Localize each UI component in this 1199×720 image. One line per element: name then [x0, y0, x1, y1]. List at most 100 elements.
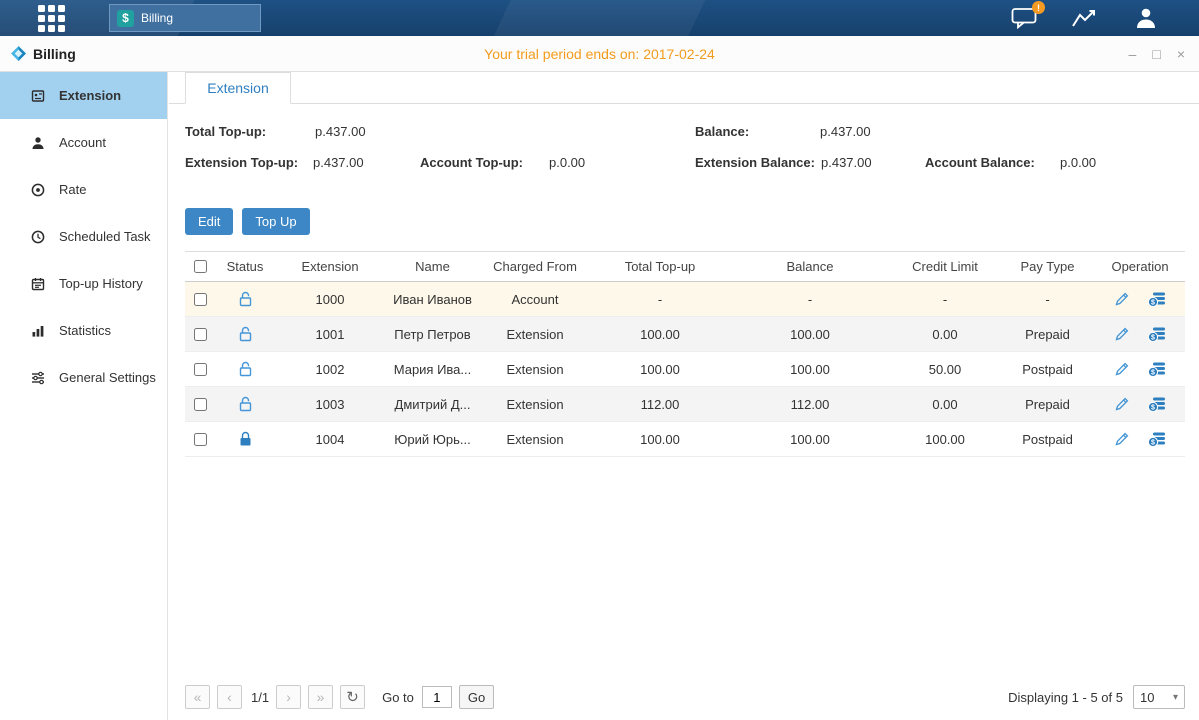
page-indicator: 1/1 — [251, 690, 269, 705]
table-row[interactable]: 1001 Петр Петров Extension 100.00 100.00… — [185, 317, 1185, 352]
sidebar-item-topup-history[interactable]: Top-up History — [0, 260, 167, 307]
account-topup-value: p.0.00 — [549, 155, 585, 170]
edit-row-icon[interactable] — [1114, 396, 1130, 412]
calendar-icon — [30, 276, 46, 292]
last-page-button[interactable]: » — [308, 685, 333, 709]
extension-topup-label: Extension Top-up: — [185, 155, 298, 170]
sidebar-item-extension[interactable]: Extension — [0, 72, 167, 119]
account-icon — [30, 135, 46, 151]
main-content: Extension Total Top-up: p.437.00 Balance… — [169, 72, 1199, 720]
sidebar-item-account[interactable]: Account — [0, 119, 167, 166]
svg-text:$: $ — [1151, 299, 1155, 306]
row-checkbox[interactable] — [194, 398, 207, 411]
sidebar-item-label: Account — [59, 135, 106, 150]
sidebar-item-general-settings[interactable]: General Settings — [0, 354, 167, 401]
col-pay-type: Pay Type — [1000, 259, 1095, 274]
table-row[interactable]: 1000 Иван Иванов Account - - - - — [185, 282, 1185, 317]
col-credit-limit: Credit Limit — [890, 259, 1000, 274]
edit-row-icon[interactable] — [1114, 431, 1130, 447]
select-all-checkbox[interactable] — [194, 260, 207, 273]
user-account-icon[interactable] — [1133, 6, 1159, 30]
edit-row-icon[interactable] — [1114, 326, 1130, 342]
content-tab-strip: Extension — [169, 72, 1199, 104]
table-row[interactable]: 1003 Дмитрий Д... Extension 112.00 112.0… — [185, 387, 1185, 422]
page-size-select[interactable]: 10 ▾ — [1133, 685, 1185, 709]
window-title: Billing — [10, 45, 76, 62]
row-topup-icon[interactable]: $ — [1148, 396, 1166, 412]
maximize-button[interactable]: □ — [1152, 47, 1160, 61]
minimize-button[interactable]: – — [1129, 47, 1137, 61]
summary-panel: Total Top-up: p.437.00 Balance: p.437.00… — [169, 104, 1199, 204]
row-checkbox[interactable] — [194, 363, 207, 376]
col-charged-from: Charged From — [480, 259, 590, 274]
total-topup-value: p.437.00 — [315, 124, 366, 139]
extension-topup-value: p.437.00 — [313, 155, 364, 170]
tab-extension-label: Extension — [207, 80, 268, 96]
account-balance-value: p.0.00 — [1060, 155, 1096, 170]
billing-app-tab-label: Billing — [141, 11, 173, 25]
account-topup-label: Account Top-up: — [420, 155, 523, 170]
prev-page-button[interactable]: ‹ — [217, 685, 242, 709]
table-row[interactable]: 1004 Юрий Юрь... Extension 100.00 100.00… — [185, 422, 1185, 457]
row-checkbox[interactable] — [194, 433, 207, 446]
edit-button[interactable]: Edit — [185, 208, 233, 235]
sidebar-item-label: Statistics — [59, 323, 111, 338]
pagination-bar: « ‹ 1/1 › » ↻ Go to Go Displaying 1 - 5 … — [185, 684, 1185, 710]
col-status: Status — [215, 259, 275, 274]
goto-page-input[interactable] — [422, 686, 452, 708]
goto-label: Go to — [382, 690, 414, 705]
notification-badge: ! — [1032, 1, 1045, 14]
trial-notice: Your trial period ends on: 2017-02-24 — [0, 46, 1199, 62]
next-page-button[interactable]: › — [276, 685, 301, 709]
svg-text:$: $ — [1151, 369, 1155, 376]
col-extension: Extension — [275, 259, 385, 274]
messages-icon[interactable]: ! — [1011, 7, 1037, 29]
top-up-button[interactable]: Top Up — [242, 208, 309, 235]
total-topup-label: Total Top-up: — [185, 124, 266, 139]
sidebar-item-rate[interactable]: Rate — [0, 166, 167, 213]
table-body: 1000 Иван Иванов Account - - - - — [185, 282, 1185, 457]
row-checkbox[interactable] — [194, 293, 207, 306]
row-topup-icon[interactable]: $ — [1148, 431, 1166, 447]
svg-text:$: $ — [1151, 334, 1155, 341]
row-topup-icon[interactable]: $ — [1148, 291, 1166, 307]
status-lock-icon — [238, 361, 253, 377]
row-topup-icon[interactable]: $ — [1148, 326, 1166, 342]
sidebar-item-label: Rate — [59, 182, 86, 197]
apps-grid-icon[interactable] — [38, 5, 65, 32]
row-topup-icon[interactable]: $ — [1148, 361, 1166, 377]
tab-extension[interactable]: Extension — [185, 72, 291, 104]
close-button[interactable]: × — [1177, 47, 1185, 61]
account-balance-label: Account Balance: — [925, 155, 1035, 170]
svg-text:$: $ — [1151, 439, 1155, 446]
window-title-text: Billing — [33, 46, 76, 62]
billing-app-tab[interactable]: $ Billing — [109, 4, 261, 32]
status-lock-icon — [238, 291, 253, 307]
refresh-icon[interactable]: ↻ — [340, 685, 365, 709]
status-lock-icon — [238, 431, 253, 447]
sidebar-item-scheduled-task[interactable]: Scheduled Task — [0, 213, 167, 260]
edit-row-icon[interactable] — [1114, 361, 1130, 377]
col-operation: Operation — [1095, 259, 1185, 274]
extension-table: Status Extension Name Charged From Total… — [185, 251, 1185, 457]
top-bar: $ Billing ! — [0, 0, 1199, 36]
balance-label: Balance: — [695, 124, 749, 139]
statistics-chart-icon[interactable] — [1071, 7, 1099, 29]
sliders-icon — [30, 370, 46, 386]
row-checkbox[interactable] — [194, 328, 207, 341]
extension-balance-label: Extension Balance: — [695, 155, 815, 170]
sidebar-item-statistics[interactable]: Statistics — [0, 307, 167, 354]
bar-chart-icon — [30, 323, 46, 339]
table-row[interactable]: 1002 Мария Ива... Extension 100.00 100.0… — [185, 352, 1185, 387]
page-size-value: 10 — [1140, 690, 1154, 705]
go-button[interactable]: Go — [459, 685, 494, 709]
sidebar-item-label: Extension — [59, 88, 121, 103]
displaying-text: Displaying 1 - 5 of 5 — [1008, 690, 1123, 705]
dollar-app-icon: $ — [117, 10, 134, 27]
edit-row-icon[interactable] — [1114, 291, 1130, 307]
window-title-bar: Your trial period ends on: 2017-02-24 Bi… — [0, 36, 1199, 72]
sidebar-item-label: Scheduled Task — [59, 229, 151, 244]
first-page-button[interactable]: « — [185, 685, 210, 709]
extension-icon — [30, 88, 46, 104]
extension-balance-value: p.437.00 — [821, 155, 872, 170]
